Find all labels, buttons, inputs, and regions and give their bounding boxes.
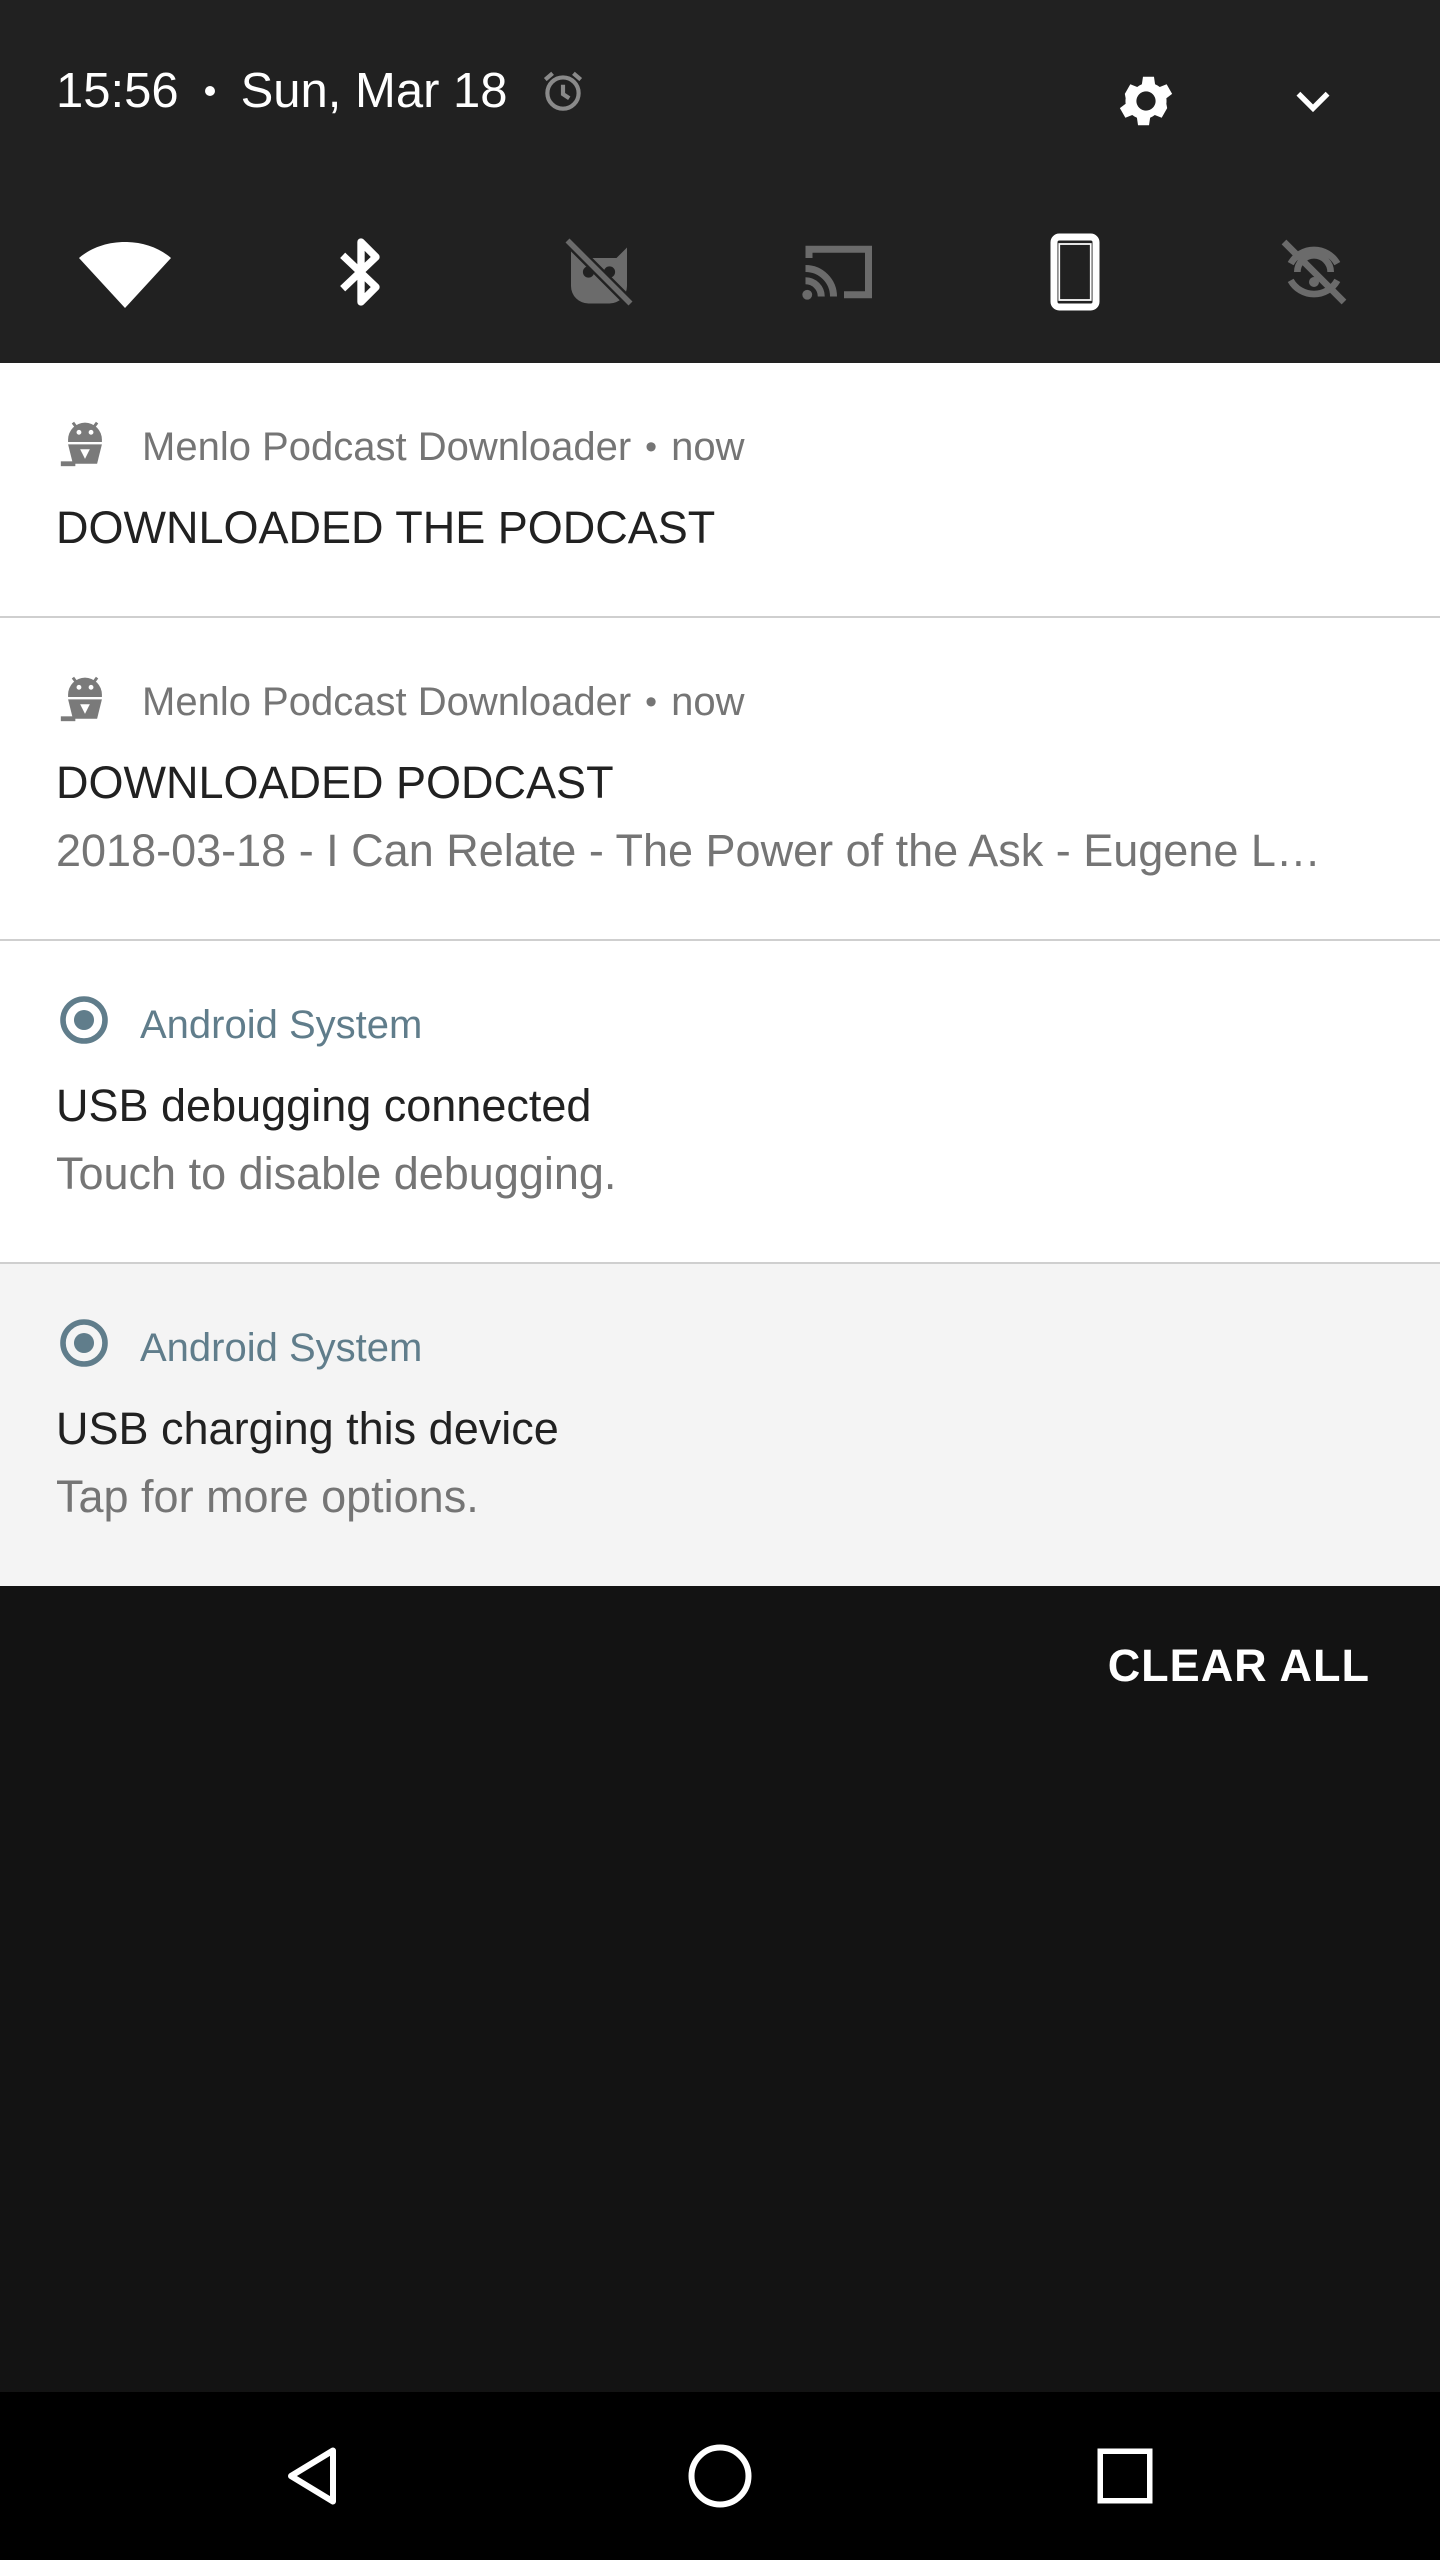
location-off-icon[interactable]: [1264, 222, 1364, 322]
quick-settings-header: 15:56 Sun, Mar 18: [0, 0, 1440, 363]
separator-dot: •: [645, 682, 658, 721]
notification-title: USB debugging connected: [56, 1080, 592, 1131]
date-text: Sun, Mar 18: [240, 64, 508, 118]
notification-header: Android System: [56, 995, 422, 1055]
notification-text: 2018-03-18 - I Can Relate - The Power of…: [56, 825, 1321, 876]
notification-header: Menlo Podcast Downloader • now: [56, 672, 744, 732]
bluetooth-icon[interactable]: [311, 222, 411, 322]
settings-gear-icon[interactable]: [1101, 56, 1191, 146]
navigation-bar: [0, 2392, 1440, 2560]
notification-header: Menlo Podcast Downloader • now: [56, 417, 744, 477]
notification-header: Android System: [56, 1318, 422, 1378]
separator-dot: [204, 86, 215, 96]
notification-time: now: [671, 424, 745, 469]
android-app-icon: [56, 668, 114, 736]
clock-time: 15:56: [56, 64, 179, 118]
notification-title: DOWNLOADED THE PODCAST: [56, 502, 716, 553]
radio-target-icon: [56, 1315, 112, 1381]
portrait-rotation-icon[interactable]: [1025, 222, 1125, 322]
notification-card[interactable]: Menlo Podcast Downloader • now DOWNLOADE…: [0, 618, 1440, 939]
expand-chevron-icon[interactable]: [1268, 56, 1358, 146]
home-icon[interactable]: [670, 2426, 770, 2526]
notification-text: Touch to disable debugging.: [56, 1148, 617, 1199]
radio-target-icon: [56, 992, 112, 1058]
android-app-icon: [56, 413, 114, 481]
back-icon[interactable]: [265, 2426, 365, 2526]
notification-app-name: Menlo Podcast Downloader: [142, 424, 632, 469]
notification-card[interactable]: Android System USB charging this device …: [0, 1264, 1440, 1586]
separator-dot: •: [645, 427, 658, 466]
wifi-icon[interactable]: [75, 222, 175, 322]
notification-card[interactable]: Android System USB debugging connected T…: [0, 941, 1440, 1262]
recents-icon[interactable]: [1075, 2426, 1175, 2526]
cast-icon[interactable]: [787, 222, 887, 322]
notification-time: now: [671, 679, 745, 724]
clear-all-button[interactable]: CLEAR ALL: [1108, 1640, 1370, 1692]
notification-app-name: Menlo Podcast Downloader: [142, 679, 632, 724]
notification-card[interactable]: Menlo Podcast Downloader • now DOWNLOADE…: [0, 363, 1440, 617]
notification-title: USB charging this device: [56, 1403, 559, 1454]
alarm-icon: [538, 66, 588, 116]
do-not-disturb-off-icon[interactable]: [549, 222, 649, 322]
notification-app-name: Android System: [140, 1002, 423, 1047]
notification-text: Tap for more options.: [56, 1471, 479, 1522]
status-row: 15:56 Sun, Mar 18: [56, 56, 588, 126]
notification-title: DOWNLOADED PODCAST: [56, 757, 614, 808]
notification-app-name: Android System: [140, 1325, 423, 1370]
